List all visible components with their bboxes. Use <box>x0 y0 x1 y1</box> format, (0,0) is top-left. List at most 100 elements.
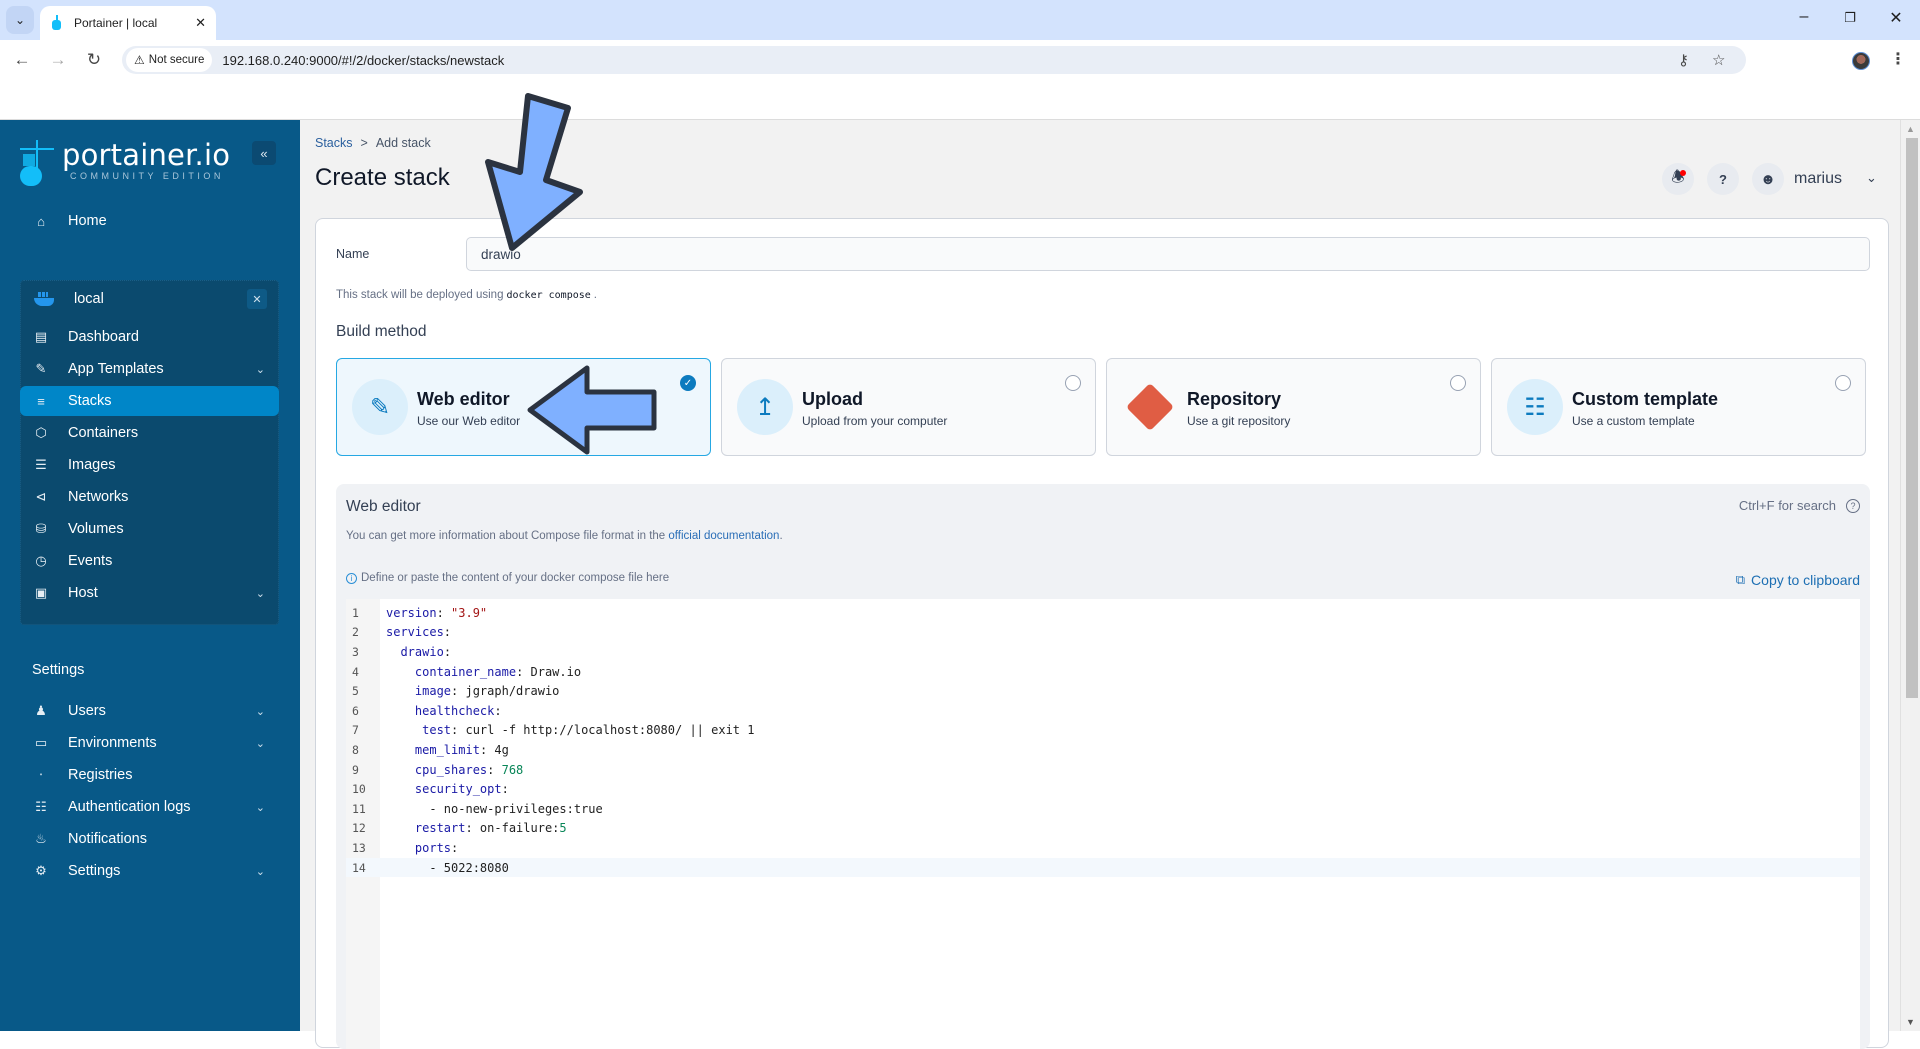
sidebar-item-containers[interactable]: ⬡ Containers <box>20 418 279 448</box>
restore-icon[interactable]: ❐ <box>1835 10 1865 26</box>
security-chip[interactable]: ⚠ Not secure <box>126 48 213 72</box>
sidebar-item-label: Authentication logs <box>68 799 191 815</box>
web-editor-panel: Web editor Ctrl+F for search ? You can g… <box>336 484 1870 1049</box>
build-method-upload[interactable]: ↥ Upload Upload from your computer <box>721 358 1096 456</box>
sidebar-item-notifications[interactable]: ♨ Notifications <box>20 824 279 854</box>
deploy-note: This stack will be deployed using docker … <box>336 289 597 301</box>
user-name[interactable]: marius <box>1794 170 1842 188</box>
web-editor-title: Web editor <box>346 498 421 515</box>
code-line[interactable]: 5 image: jgraph/drawio <box>346 681 1860 701</box>
code-line[interactable]: 3 drawio: <box>346 642 1860 662</box>
tab-search-icon[interactable]: ⌄ <box>6 6 34 34</box>
code-line[interactable]: 7 test: curl -f http://localhost:8080/ |… <box>346 721 1860 741</box>
minimize-icon[interactable]: – <box>1789 8 1819 26</box>
user-menu-button[interactable]: ☻ <box>1752 163 1784 195</box>
sidebar-item-stacks[interactable]: ≡ Stacks <box>20 386 279 416</box>
method-subtitle: Use a git repository <box>1187 414 1291 428</box>
breadcrumb-stacks-link[interactable]: Stacks <box>315 136 353 150</box>
chevron-down-icon[interactable]: ⌄ <box>256 737 265 750</box>
method-radio[interactable] <box>1065 375 1081 391</box>
sidebar-item-networks[interactable]: ⊲ Networks <box>20 482 279 512</box>
code-line[interactable]: 14 - 5022:8080 <box>346 857 1860 878</box>
build-method-repository[interactable]: Repository Use a git repository <box>1106 358 1481 456</box>
line-number: 4 <box>352 664 359 679</box>
reload-icon[interactable]: ↻ <box>82 50 106 70</box>
code-line[interactable]: 2 services: <box>346 623 1860 643</box>
sidebar-item-registries[interactable]: ⋅ Registries <box>20 760 279 790</box>
browser-tab-bar: ⌄ Portainer | local ✕ – ❐ ✕ <box>0 0 1920 40</box>
code-line[interactable]: 8 mem_limit: 4g <box>346 740 1860 760</box>
line-number: 12 <box>352 821 366 836</box>
url-text[interactable]: 192.168.0.240:9000/#!/2/docker/stacks/ne… <box>222 53 504 68</box>
code-line[interactable]: 9 cpu_shares: 768 <box>346 760 1860 780</box>
method-radio[interactable] <box>1450 375 1466 391</box>
sidebar-item-environments[interactable]: ▭ Environments ⌄ <box>20 728 279 758</box>
sidebar-item-home[interactable]: ⌂ Home <box>20 206 279 236</box>
code-line[interactable]: 10 security_opt: <box>346 779 1860 799</box>
bookmark-star-icon[interactable]: ☆ <box>1712 51 1725 69</box>
code-line[interactable]: 4 container_name: Draw.io <box>346 662 1860 682</box>
sidebar-item-images[interactable]: ☰ Images <box>20 450 279 480</box>
help-button[interactable]: ? <box>1707 163 1739 195</box>
chevron-down-icon[interactable]: ⌄ <box>256 587 265 600</box>
users-icon: ♟ <box>35 703 47 718</box>
close-environment-button[interactable]: ✕ <box>247 289 267 309</box>
scroll-down-icon[interactable]: ▼ <box>1906 1017 1915 1027</box>
sidebar-item-host[interactable]: ▣ Host ⌄ <box>20 578 279 608</box>
portainer-favicon-icon <box>50 15 64 31</box>
code-line[interactable]: 6 healthcheck: <box>346 701 1860 721</box>
notifications-button[interactable]: 🕭 <box>1662 163 1694 195</box>
collapse-sidebar-button[interactable]: « <box>252 141 276 165</box>
sidebar-item-dashboard[interactable]: ▤ Dashboard <box>20 322 279 352</box>
sidebar-item-events[interactable]: ◷ Events <box>20 546 279 576</box>
method-radio-checked[interactable]: ✓ <box>680 375 696 391</box>
method-radio[interactable] <box>1835 375 1851 391</box>
chevron-down-icon[interactable]: ⌄ <box>256 801 265 814</box>
more-menu-icon[interactable]: ⋮ <box>1890 49 1906 69</box>
build-method-web-editor[interactable]: ✎ Web editor Use our Web editor ✓ <box>336 358 711 456</box>
compose-code-editor[interactable]: 1 version: "3.9" 2 services: 3 drawio: 4 cont… <box>346 599 1860 1049</box>
back-icon[interactable]: ← <box>10 50 34 70</box>
logo-subtitle: COMMUNITY EDITION <box>70 171 224 181</box>
sidebar-item-app-templates[interactable]: ✎ App Templates ⌄ <box>20 354 279 384</box>
bell-icon: ♨ <box>35 831 47 846</box>
chevron-down-icon[interactable]: ⌄ <box>256 865 265 878</box>
edit-icon: ✎ <box>352 379 408 435</box>
scrollbar-thumb[interactable] <box>1906 138 1918 698</box>
official-documentation-link[interactable]: official documentation <box>668 530 779 542</box>
browser-tab[interactable]: Portainer | local ✕ <box>40 6 216 40</box>
sidebar-item-users[interactable]: ♟ Users ⌄ <box>20 696 279 726</box>
docker-icon <box>34 292 56 306</box>
compose-info-suffix: . <box>779 530 783 542</box>
chevron-down-icon[interactable]: ⌄ <box>256 705 265 718</box>
omnibox[interactable]: ⚠ Not secure 192.168.0.240:9000/#!/2/doc… <box>122 46 1746 74</box>
line-number: 13 <box>352 840 366 855</box>
sidebar-item-volumes[interactable]: ⛁ Volumes <box>20 514 279 544</box>
copy-to-clipboard-button[interactable]: ⧉ Copy to clipboard <box>1736 572 1860 588</box>
chevron-down-icon[interactable]: ⌄ <box>256 363 265 376</box>
code-line[interactable]: 1 version: "3.9" <box>346 603 1860 623</box>
warning-icon: ⚠ <box>134 53 145 67</box>
method-title: Repository <box>1187 389 1282 409</box>
code-line[interactable]: 13 ports: <box>346 838 1860 858</box>
code-line[interactable]: 11 - no-new-privileges:true <box>346 799 1860 819</box>
close-icon[interactable]: ✕ <box>1881 8 1911 28</box>
scroll-up-icon[interactable]: ▲ <box>1906 124 1915 134</box>
portainer-logo[interactable]: portainer.io COMMUNITY EDITION <box>20 140 230 186</box>
forward-icon[interactable]: → <box>46 50 70 70</box>
sidebar-item-authentication-logs[interactable]: ☷ Authentication logs ⌄ <box>20 792 279 822</box>
stack-name-input[interactable] <box>466 237 1870 271</box>
code-line[interactable]: 12 restart: on-failure:5 <box>346 819 1860 839</box>
home-icon: ⌂ <box>37 213 45 229</box>
build-method-custom-template[interactable]: ☷ Custom template Use a custom template <box>1491 358 1866 456</box>
password-key-icon[interactable]: ⚷ <box>1678 51 1689 69</box>
help-circle-icon[interactable]: ? <box>1846 498 1860 513</box>
layers-icon: ≡ <box>37 393 45 409</box>
tab-close-icon[interactable]: ✕ <box>195 15 206 31</box>
settings-heading: Settings <box>32 662 85 678</box>
profile-avatar[interactable] <box>1852 52 1870 70</box>
chevron-down-icon[interactable]: ⌄ <box>1866 170 1877 186</box>
code-text: services: <box>386 625 452 640</box>
page-scrollbar[interactable]: ▲ ▼ <box>1900 120 1920 1031</box>
sidebar-item-settings[interactable]: ⚙ Settings ⌄ <box>20 856 279 886</box>
